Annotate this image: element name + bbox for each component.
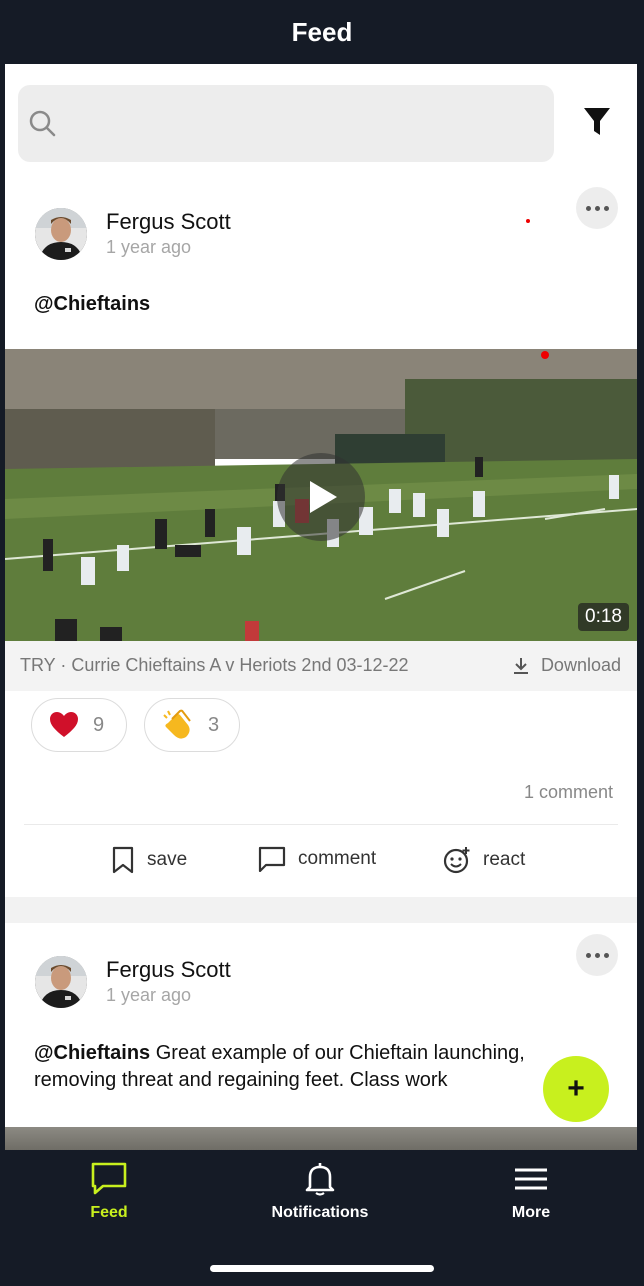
play-icon — [310, 481, 337, 513]
tab-feed[interactable]: Feed — [39, 1162, 179, 1222]
save-button[interactable]: save — [111, 846, 187, 874]
mention-link[interactable]: @Chieftains — [34, 1042, 150, 1064]
add-reaction-icon — [443, 847, 470, 874]
post-separator — [5, 897, 637, 923]
create-post-button[interactable]: + — [543, 1056, 609, 1122]
video-info-bar: TRY · Currie Chieftains A v Heriots 2nd … — [5, 641, 637, 691]
menu-icon — [515, 1168, 547, 1190]
speech-bubble-icon — [91, 1162, 127, 1195]
heart-icon — [50, 712, 78, 737]
react-button[interactable]: react — [443, 846, 525, 874]
post-text: @Chieftains — [34, 291, 604, 318]
post-timestamp: 1 year ago — [106, 985, 192, 1005]
react-label: react — [483, 849, 526, 870]
download-label: Download — [540, 655, 621, 675]
post-options-button[interactable] — [576, 187, 618, 229]
filter-icon[interactable] — [583, 106, 611, 138]
reaction-heart[interactable]: 9 — [31, 698, 127, 752]
post-text: @Chieftains Great example of our Chiefta… — [34, 1042, 525, 1091]
comment-icon — [258, 846, 286, 872]
comments-count-link[interactable]: 1 comment — [524, 782, 613, 803]
search-icon — [29, 110, 56, 137]
post-author[interactable]: Fergus Scott — [106, 209, 231, 235]
avatar[interactable] — [35, 956, 87, 1008]
reaction-count: 3 — [208, 713, 220, 736]
video-player[interactable]: 0:18 — [5, 349, 637, 641]
divider — [24, 824, 618, 825]
clapping-hands-icon — [163, 709, 191, 739]
page-title: Feed — [291, 16, 353, 47]
download-icon — [513, 657, 528, 674]
video-thumbnail[interactable] — [5, 1127, 637, 1150]
comment-label: comment — [298, 848, 377, 869]
reaction-count: 9 — [93, 713, 105, 736]
feed-content: Fergus Scott 1 year ago @Chieftains 0:18… — [5, 64, 637, 1150]
comment-button[interactable]: comment — [258, 846, 376, 872]
avatar[interactable] — [35, 208, 87, 260]
tab-label: More — [511, 1204, 551, 1221]
search-input[interactable] — [18, 85, 554, 162]
play-button[interactable] — [277, 453, 365, 541]
status-dot — [526, 219, 530, 223]
home-indicator[interactable] — [210, 1265, 434, 1272]
tab-label: Feed — [90, 1204, 128, 1221]
post-options-button[interactable] — [576, 934, 618, 976]
video-title: TRY · Currie Chieftains A v Heriots 2nd … — [20, 655, 409, 675]
post-timestamp: 1 year ago — [106, 237, 192, 257]
video-duration: 0:18 — [578, 603, 629, 631]
post-author[interactable]: Fergus Scott — [106, 957, 231, 983]
tab-label: Notifications — [271, 1204, 369, 1221]
tab-notifications[interactable]: Notifications — [250, 1162, 390, 1222]
tab-more[interactable]: More — [461, 1162, 601, 1222]
mention-link[interactable]: @Chieftains — [34, 293, 150, 315]
save-label: save — [147, 849, 188, 870]
app-frame: Feed Fergus Scott 1 year ago @Chieftains… — [0, 0, 644, 1286]
top-bar: Feed — [0, 0, 644, 64]
bell-icon — [305, 1163, 335, 1196]
download-button[interactable]: Download — [513, 655, 621, 676]
reaction-clap[interactable]: 3 — [144, 698, 240, 752]
bookmark-icon — [112, 846, 134, 874]
